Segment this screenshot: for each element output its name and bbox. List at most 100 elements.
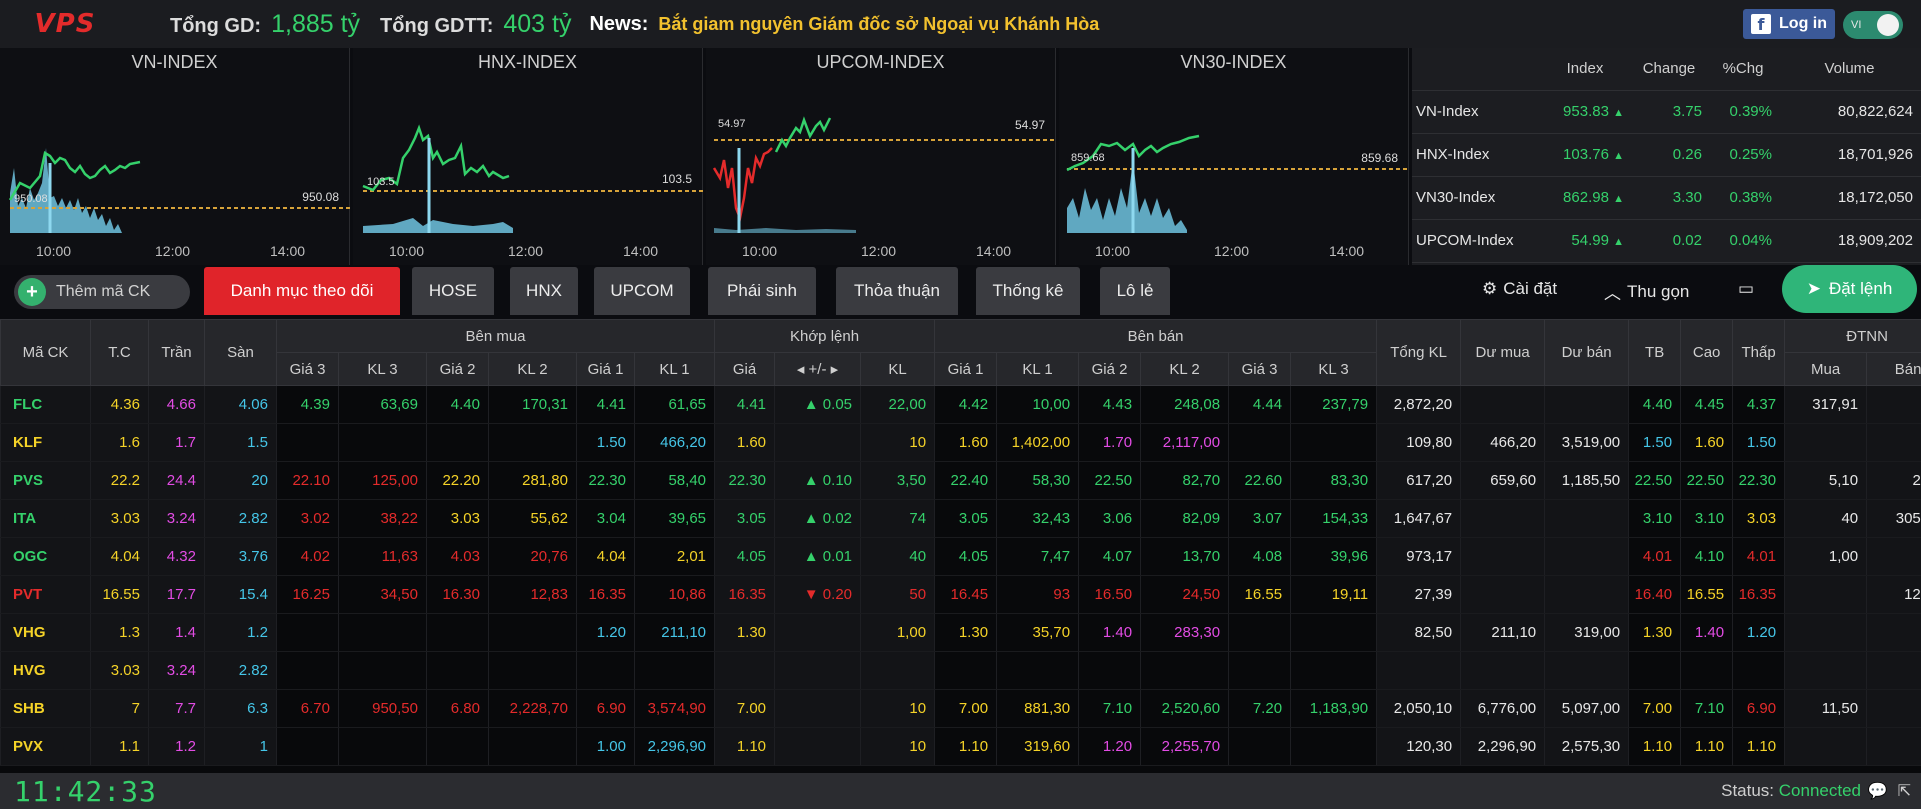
- cell-bid-price-1: 16.35: [576, 575, 635, 614]
- cell-bid-price-1: 3.04: [576, 499, 635, 538]
- tab-derivatives[interactable]: Phái sinh: [708, 267, 816, 315]
- header-match-price: Giá: [714, 352, 776, 386]
- chart-vn30-index[interactable]: VN30-INDEX 859.68 859.68 10:00 12:00 14:…: [1059, 48, 1409, 265]
- cell-ceiling: 3.24: [148, 651, 205, 690]
- monitor-button[interactable]: ▭: [1738, 279, 1754, 299]
- news-headline[interactable]: Bắt giam nguyên Giám đốc sở Ngoại vụ Khá…: [658, 14, 1099, 35]
- table-row[interactable]: PVT 16.55 17.7 15.4 16.25 34,50 16.30 12,83 16.3…: [0, 575, 1921, 614]
- cell-high: 4.45: [1680, 385, 1733, 424]
- tab-watchlist[interactable]: Danh mục theo dõi: [204, 267, 400, 315]
- header-ceiling[interactable]: Trần: [148, 319, 205, 386]
- index-pct: 0.39%: [1708, 90, 1778, 134]
- expand-icon[interactable]: ⇱: [1898, 781, 1911, 801]
- index-row[interactable]: HNX-Index 103.76 ▲ 0.26 0.25% 18,701,926: [1412, 133, 1921, 177]
- table-row[interactable]: KLF 1.6 1.7 1.5 1.50 466,20 1.60 10 1.60 1,402,00…: [0, 423, 1921, 462]
- header-ref[interactable]: T.C: [90, 319, 149, 386]
- header-sell-remain[interactable]: Dư bán: [1544, 319, 1630, 386]
- table-row[interactable]: HVG 3.03 3.24 2.82: [0, 651, 1921, 690]
- hnx-index-volume-area: [363, 218, 513, 233]
- settings-button[interactable]: ⚙ Cài đặt: [1482, 279, 1557, 299]
- table-row[interactable]: OGC 4.04 4.32 3.76 4.02 11,63 4.03 20,76 4.04 2,0…: [0, 537, 1921, 576]
- index-volume: 18,172,050: [1778, 176, 1921, 220]
- header-high[interactable]: Cao: [1680, 319, 1734, 386]
- cell-ask-vol-2: 13,70: [1140, 537, 1229, 576]
- index-value: 862.98 ▲: [1540, 176, 1630, 220]
- chart-time-label: 10:00: [742, 243, 778, 259]
- index-row[interactable]: UPCOM-Index 54.99 ▲ 0.02 0.04% 18,909,20…: [1412, 219, 1921, 263]
- tab-statistics[interactable]: Thống kê: [976, 267, 1080, 315]
- total-gd-label: Tổng GD:: [170, 14, 262, 37]
- login-label: Log in: [1779, 15, 1827, 32]
- cell-bid-price-3: [276, 613, 339, 652]
- facebook-login-button[interactable]: f Log in: [1743, 9, 1835, 39]
- header-symbol[interactable]: Mã CK: [0, 319, 91, 386]
- chart-hnx-index[interactable]: HNX-INDEX 103.5 103.5 10:00 12:00 14:00: [353, 48, 703, 265]
- header-total-volume[interactable]: Tổng KL: [1376, 319, 1462, 386]
- toolbar: + Thêm mã CK Danh mục theo dõi HOSE HNX …: [0, 265, 1921, 317]
- index-charts: VN-INDEX 950.08 950.08 10:00 12:00 14:00…: [0, 48, 1410, 265]
- cell-ask-price-1: 16.45: [934, 575, 997, 614]
- chart-vn-index[interactable]: VN-INDEX 950.08 950.08 10:00 12:00 14:00: [0, 48, 350, 265]
- cell-high: 4.10: [1680, 537, 1733, 576]
- cell-ask-price-3: [1228, 727, 1291, 766]
- header-match-change[interactable]: ◂ +/- ▸: [774, 352, 862, 386]
- chart-upcom-index[interactable]: UPCOM-INDEX 54.97 54.97 10:00 12:00 14:0…: [706, 48, 1056, 265]
- table-row[interactable]: FLC 4.36 4.66 4.06 4.39 63,69 4.40 170,31 4.41 61…: [0, 385, 1921, 424]
- cell-buy-remain: [1460, 385, 1545, 424]
- table-row[interactable]: VHG 1.3 1.4 1.2 1.20 211,10 1.30 1,00 1.30 35,70 1…: [0, 613, 1921, 652]
- status-bar: 11:42:33 Status: Connected 💬 ⇱: [0, 773, 1921, 809]
- index-row[interactable]: VN-Index 953.83 ▲ 3.75 0.39% 80,822,624: [1412, 90, 1921, 134]
- cell-symbol: PVT: [0, 575, 91, 614]
- header-average[interactable]: TB: [1628, 319, 1682, 386]
- up-arrow-icon: ▲: [1613, 150, 1624, 162]
- index-row[interactable]: VN30-Index 862.98 ▲ 3.30 0.38% 18,172,05…: [1412, 176, 1921, 220]
- index-header-index: Index: [1540, 48, 1630, 91]
- cell-foreign-buy: 40: [1784, 499, 1867, 538]
- header-ask-vol-2: KL 2: [1140, 352, 1230, 386]
- tab-upcom[interactable]: UPCOM: [594, 267, 690, 315]
- upcom-index-volume-area: [714, 228, 856, 233]
- cell-bid-price-2: 6.80: [426, 689, 489, 728]
- cell-match-price: 3.05: [714, 499, 775, 538]
- header-low[interactable]: Thấp: [1732, 319, 1786, 386]
- cell-low: 6.90: [1732, 689, 1785, 728]
- cell-floor: 3.76: [204, 537, 277, 576]
- index-value: 54.99 ▲: [1540, 219, 1630, 263]
- vps-logo[interactable]: VPS: [0, 0, 130, 48]
- upcom-index-red-line: [712, 147, 773, 223]
- cell-sell-remain: 3,519,00: [1544, 423, 1629, 462]
- cell-symbol: PVS: [0, 461, 91, 500]
- status-icons: 💬 ⇱: [1868, 781, 1911, 801]
- cell-bid-vol-3: 34,50: [338, 575, 427, 614]
- cell-bid-vol-2: 2,228,70: [488, 689, 577, 728]
- cell-bid-vol-1: 61,65: [633, 385, 715, 424]
- cell-average: 16.40: [1628, 575, 1681, 614]
- upcom-index-green-line: [774, 116, 832, 153]
- cell-floor: 1.5: [204, 423, 277, 462]
- tab-hnx[interactable]: HNX: [510, 267, 578, 315]
- header-buy-remain[interactable]: Dư mua: [1460, 319, 1546, 386]
- cell-bid-price-2: 4.03: [426, 537, 489, 576]
- header-floor[interactable]: Sàn: [204, 319, 277, 386]
- chat-icon[interactable]: 💬: [1868, 781, 1888, 801]
- table-row[interactable]: PVS 22.2 24.4 20 22.10 125,00 22.20 281,80 22.30…: [0, 461, 1921, 500]
- table-row[interactable]: SHB 7 7.7 6.3 6.70 950,50 6.80 2,228,70 6.90 3,57…: [0, 689, 1921, 728]
- language-toggle[interactable]: VI: [1843, 11, 1903, 39]
- table-row[interactable]: PVX 1.1 1.2 1 1.00 2,296,90 1.10 10 1.10 319,60 1.…: [0, 727, 1921, 766]
- index-header-change: Change: [1630, 48, 1708, 91]
- header-ask-vol-1: KL 1: [996, 352, 1080, 386]
- cell-average: [1628, 651, 1681, 690]
- toggle-knob: [1877, 14, 1899, 36]
- tab-negotiated[interactable]: Thỏa thuận: [836, 267, 958, 315]
- add-symbol-button[interactable]: + Thêm mã CK: [14, 275, 190, 309]
- tab-odd-lot[interactable]: Lô lẻ: [1100, 267, 1170, 315]
- collapse-button[interactable]: ︿ Thu gọn: [1604, 279, 1689, 304]
- tab-hose[interactable]: HOSE: [412, 267, 494, 315]
- table-row[interactable]: ITA 3.03 3.24 2.82 3.02 38,22 3.03 55,62 3.04 39,…: [0, 499, 1921, 538]
- cell-bid-vol-1: 10,86: [633, 575, 715, 614]
- cell-total-volume: 82,50: [1376, 613, 1461, 652]
- cell-buy-remain: 466,20: [1460, 423, 1545, 462]
- cell-ref: 16.55: [90, 575, 149, 614]
- place-order-button[interactable]: ➤ Đặt lệnh: [1782, 265, 1917, 313]
- header-buy-side: Bên mua: [275, 319, 716, 353]
